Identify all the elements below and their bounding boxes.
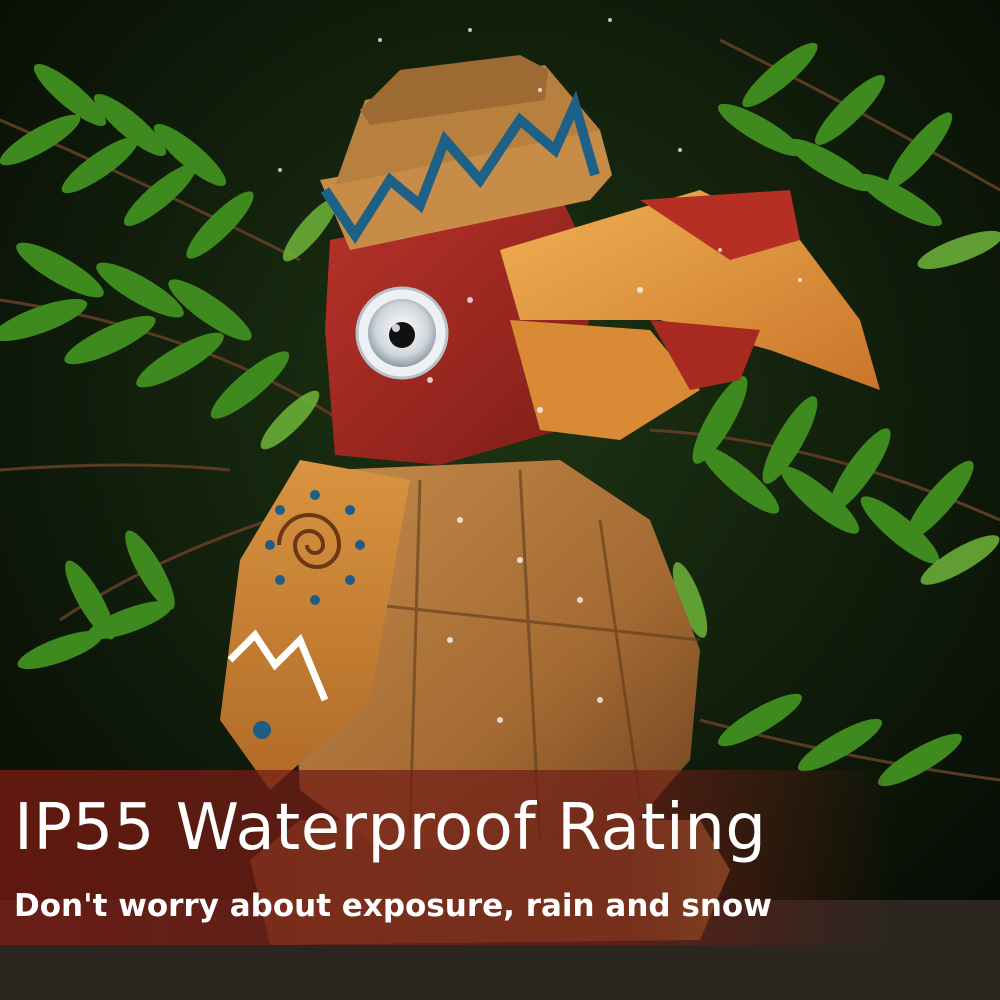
- solar-eye: [355, 286, 449, 380]
- product-image: IP55 Waterproof Rating Don't worry about…: [0, 0, 1000, 1000]
- subline: Don't worry about exposure, rain and sno…: [14, 888, 772, 924]
- headline: IP55 Waterproof Rating: [14, 791, 767, 865]
